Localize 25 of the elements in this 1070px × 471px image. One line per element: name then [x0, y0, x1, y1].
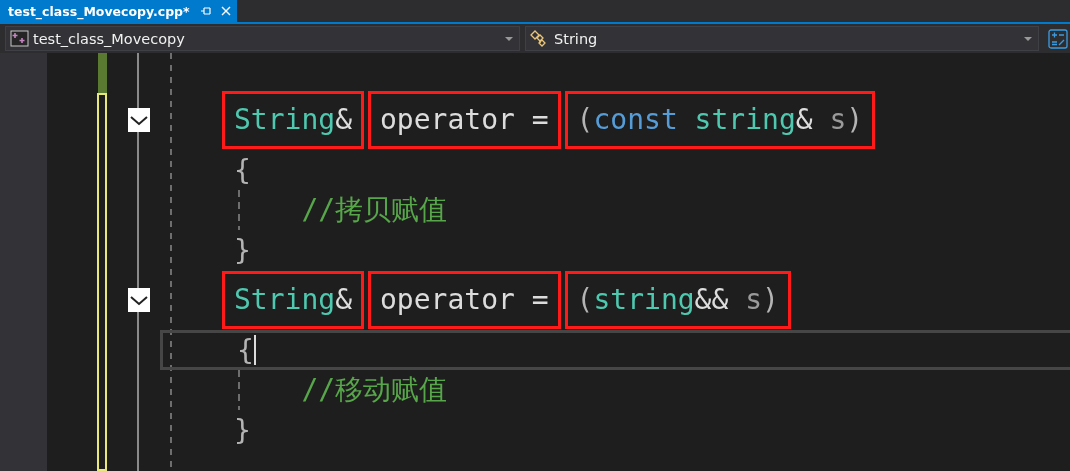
fold-toggle-icon[interactable] [128, 288, 150, 312]
pin-icon[interactable] [199, 6, 211, 16]
close-icon[interactable] [220, 6, 231, 16]
dropdown-arrow-icon [505, 36, 513, 41]
code-highlight-box: operator = [368, 271, 561, 329]
code-text: { [237, 333, 254, 367]
code-text: //移动赋值 [301, 373, 448, 406]
file-tab[interactable]: test_class_Movecopy.cpp* [0, 0, 237, 22]
code-text: } [234, 413, 251, 447]
code-highlight-box: (const string& s) [564, 91, 876, 149]
text-cursor [253, 335, 256, 365]
code-text: } [234, 233, 251, 267]
saved-change-bar [98, 53, 107, 93]
project-dropdown[interactable]: test_class_Movecopy [5, 26, 520, 51]
code-highlight-box: String& [222, 91, 364, 149]
project-icon [10, 30, 29, 47]
scope-dropdown[interactable]: String [525, 26, 1039, 51]
fold-toggle-icon[interactable] [128, 108, 150, 132]
members-icon[interactable] [1048, 28, 1068, 49]
code-text: { [234, 153, 251, 187]
code-highlight-box: operator = [368, 91, 561, 149]
code-highlight-box: (string&& s) [564, 271, 791, 329]
code-highlight-box: String& [222, 271, 364, 329]
code-text: //拷贝赋值 [301, 193, 448, 226]
dropdown-arrow-icon [1024, 36, 1032, 41]
